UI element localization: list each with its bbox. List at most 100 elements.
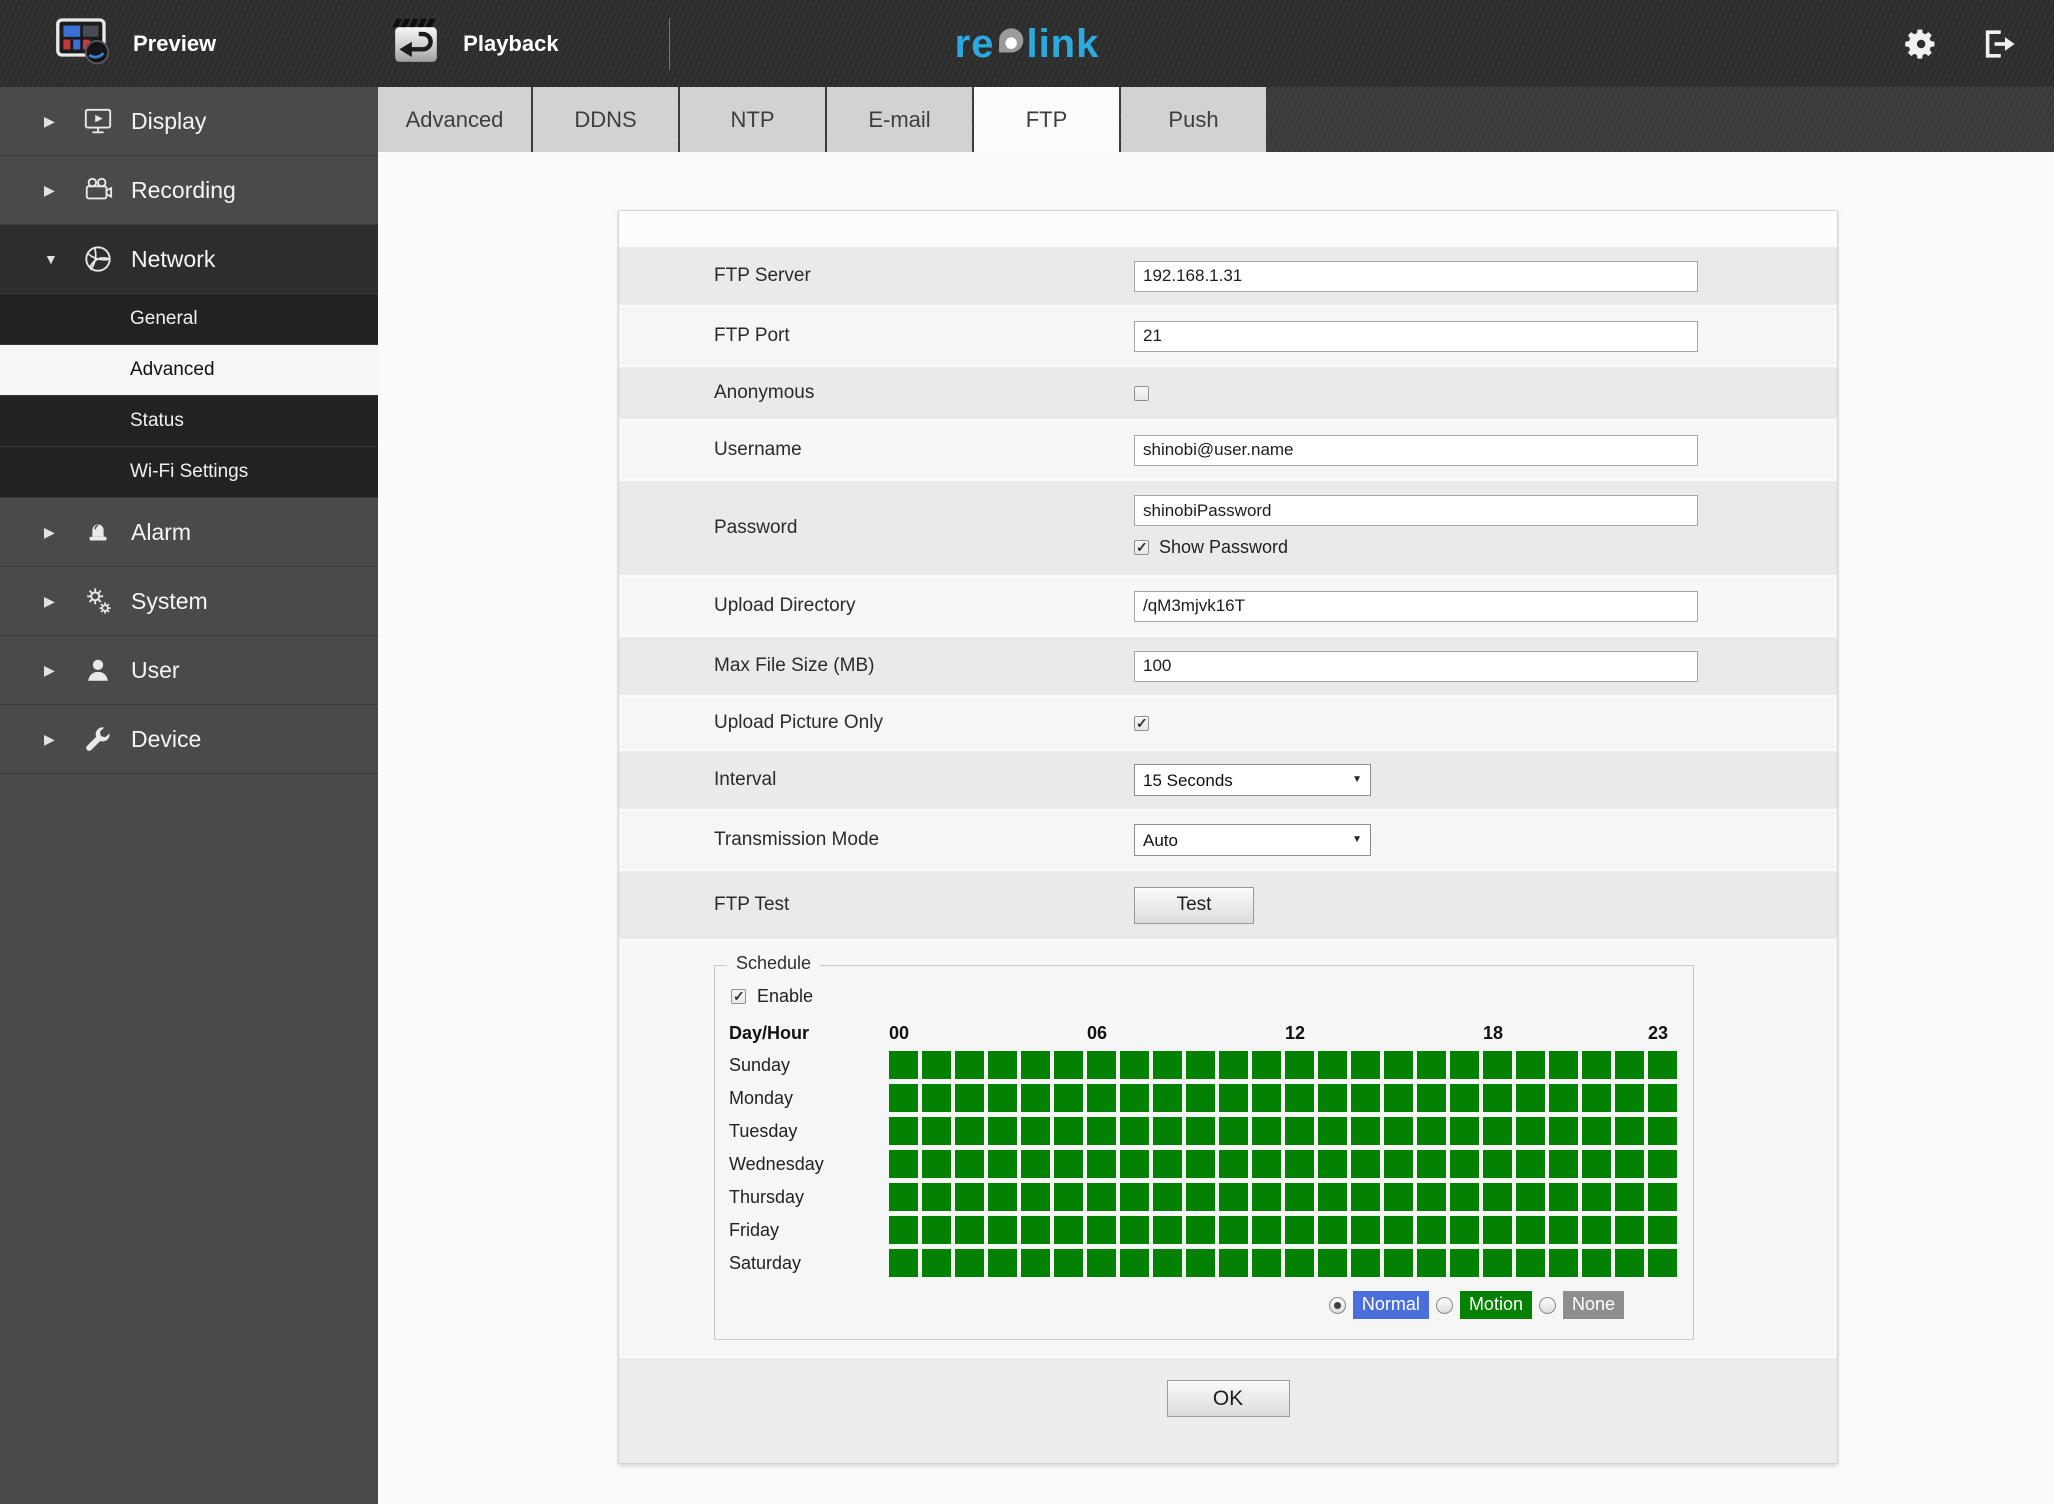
transmission-mode-select[interactable]: Auto xyxy=(1134,824,1371,856)
schedule-cell[interactable] xyxy=(1318,1249,1347,1277)
schedule-cell[interactable] xyxy=(1219,1084,1248,1112)
schedule-cell[interactable] xyxy=(1648,1084,1677,1112)
schedule-cell[interactable] xyxy=(1186,1084,1215,1112)
schedule-cell[interactable] xyxy=(1252,1051,1281,1079)
mode-radio-normal[interactable] xyxy=(1328,1296,1346,1314)
schedule-cell[interactable] xyxy=(1021,1249,1050,1277)
schedule-cell[interactable] xyxy=(1417,1183,1446,1211)
schedule-cell[interactable] xyxy=(988,1150,1017,1178)
schedule-cell[interactable] xyxy=(1153,1084,1182,1112)
schedule-cell[interactable] xyxy=(1615,1216,1644,1244)
schedule-cell[interactable] xyxy=(1615,1183,1644,1211)
schedule-cell[interactable] xyxy=(1153,1051,1182,1079)
schedule-cell[interactable] xyxy=(1384,1084,1413,1112)
schedule-cell[interactable] xyxy=(1450,1249,1479,1277)
schedule-cell[interactable] xyxy=(889,1216,918,1244)
schedule-cell[interactable] xyxy=(1219,1117,1248,1145)
schedule-cell[interactable] xyxy=(1549,1117,1578,1145)
schedule-cell[interactable] xyxy=(1384,1249,1413,1277)
schedule-cell[interactable] xyxy=(1351,1249,1380,1277)
schedule-cell[interactable] xyxy=(1054,1216,1083,1244)
schedule-cell[interactable] xyxy=(1516,1051,1545,1079)
password-input[interactable] xyxy=(1134,495,1698,526)
schedule-cell[interactable] xyxy=(1516,1117,1545,1145)
tab-ftp[interactable]: FTP xyxy=(974,87,1119,152)
schedule-cell[interactable] xyxy=(1384,1150,1413,1178)
schedule-cell[interactable] xyxy=(1516,1216,1545,1244)
schedule-cell[interactable] xyxy=(889,1117,918,1145)
schedule-cell[interactable] xyxy=(955,1216,984,1244)
schedule-cell[interactable] xyxy=(1582,1183,1611,1211)
schedule-cell[interactable] xyxy=(889,1249,918,1277)
schedule-cell[interactable] xyxy=(1021,1216,1050,1244)
schedule-cell[interactable] xyxy=(922,1216,951,1244)
sidebar-subitem-general[interactable]: General xyxy=(0,294,378,345)
schedule-cell[interactable] xyxy=(1516,1183,1545,1211)
schedule-cell[interactable] xyxy=(955,1249,984,1277)
schedule-cell[interactable] xyxy=(1318,1183,1347,1211)
mode-radio-motion[interactable] xyxy=(1435,1296,1453,1314)
schedule-cell[interactable] xyxy=(1582,1117,1611,1145)
settings-gear-icon[interactable] xyxy=(1904,27,1938,61)
schedule-cell[interactable] xyxy=(1351,1183,1380,1211)
schedule-cell[interactable] xyxy=(988,1216,1017,1244)
schedule-cell[interactable] xyxy=(1648,1150,1677,1178)
sidebar-item-display[interactable]: ▶ Display xyxy=(0,87,378,156)
schedule-cell[interactable] xyxy=(1417,1150,1446,1178)
schedule-cell[interactable] xyxy=(988,1117,1017,1145)
schedule-cell[interactable] xyxy=(1087,1183,1116,1211)
sidebar-subitem-status[interactable]: Status xyxy=(0,396,378,447)
schedule-cell[interactable] xyxy=(1549,1249,1578,1277)
schedule-cell[interactable] xyxy=(1384,1216,1413,1244)
upload-picture-only-checkbox[interactable] xyxy=(1134,715,1149,732)
mode-radio-none[interactable] xyxy=(1538,1296,1556,1314)
schedule-cell[interactable] xyxy=(1087,1249,1116,1277)
schedule-cell[interactable] xyxy=(1186,1117,1215,1145)
tab-ddns[interactable]: DDNS xyxy=(533,87,678,152)
schedule-cell[interactable] xyxy=(955,1051,984,1079)
schedule-cell[interactable] xyxy=(1351,1117,1380,1145)
schedule-cell[interactable] xyxy=(1648,1183,1677,1211)
show-password-checkbox[interactable] xyxy=(1134,539,1149,556)
schedule-cell[interactable] xyxy=(1186,1150,1215,1178)
schedule-cell[interactable] xyxy=(1483,1084,1512,1112)
schedule-cell[interactable] xyxy=(1483,1216,1512,1244)
schedule-cell[interactable] xyxy=(988,1249,1017,1277)
schedule-cell[interactable] xyxy=(889,1150,918,1178)
schedule-cell[interactable] xyxy=(1450,1084,1479,1112)
schedule-cell[interactable] xyxy=(1252,1216,1281,1244)
tab-advanced[interactable]: Advanced xyxy=(378,87,531,152)
schedule-cell[interactable] xyxy=(922,1051,951,1079)
schedule-cell[interactable] xyxy=(1450,1051,1479,1079)
schedule-cell[interactable] xyxy=(1417,1084,1446,1112)
sidebar-item-user[interactable]: ▶ User xyxy=(0,636,378,705)
schedule-cell[interactable] xyxy=(1582,1084,1611,1112)
schedule-cell[interactable] xyxy=(1615,1117,1644,1145)
schedule-cell[interactable] xyxy=(1450,1216,1479,1244)
schedule-cell[interactable] xyxy=(1219,1051,1248,1079)
schedule-cell[interactable] xyxy=(1285,1216,1314,1244)
schedule-cell[interactable] xyxy=(1153,1183,1182,1211)
schedule-cell[interactable] xyxy=(1087,1117,1116,1145)
schedule-cell[interactable] xyxy=(1549,1216,1578,1244)
schedule-cell[interactable] xyxy=(1615,1150,1644,1178)
upload-directory-input[interactable] xyxy=(1134,590,1698,622)
schedule-cell[interactable] xyxy=(1120,1117,1149,1145)
schedule-cell[interactable] xyxy=(1285,1249,1314,1277)
mode-option-motion[interactable]: Motion xyxy=(1435,1291,1532,1319)
schedule-cell[interactable] xyxy=(1054,1051,1083,1079)
schedule-cell[interactable] xyxy=(1549,1051,1578,1079)
schedule-cell[interactable] xyxy=(1120,1150,1149,1178)
schedule-cell[interactable] xyxy=(955,1084,984,1112)
schedule-cell[interactable] xyxy=(1219,1150,1248,1178)
anonymous-checkbox[interactable] xyxy=(1134,385,1149,401)
schedule-cell[interactable] xyxy=(1252,1084,1281,1112)
schedule-cell[interactable] xyxy=(1153,1249,1182,1277)
schedule-cell[interactable] xyxy=(1087,1150,1116,1178)
schedule-cell[interactable] xyxy=(988,1084,1017,1112)
schedule-cell[interactable] xyxy=(1582,1249,1611,1277)
schedule-cell[interactable] xyxy=(1153,1117,1182,1145)
schedule-cell[interactable] xyxy=(1516,1150,1545,1178)
schedule-cell[interactable] xyxy=(1054,1117,1083,1145)
schedule-cell[interactable] xyxy=(988,1183,1017,1211)
